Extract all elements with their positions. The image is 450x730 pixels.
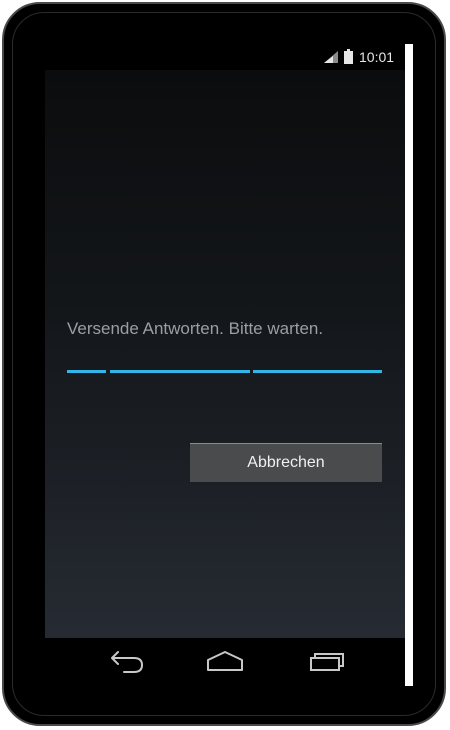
cancel-button[interactable]: Abbrechen: [190, 443, 382, 482]
home-icon[interactable]: [203, 648, 247, 676]
progress-dialog-message: Versende Antworten. Bitte warten.: [67, 319, 324, 338]
progress-segment: [67, 370, 106, 373]
back-icon[interactable]: [104, 648, 148, 676]
progress-segment: [253, 370, 382, 373]
battery-icon: [344, 49, 353, 64]
progress-segment: [110, 370, 250, 373]
signal-icon: [324, 51, 338, 63]
recent-apps-icon[interactable]: [305, 648, 349, 676]
screen: 10:01 Versende Antworten. Bitte warten. …: [45, 44, 405, 686]
status-bar: 10:01: [45, 44, 405, 70]
navigation-bar: [45, 638, 405, 686]
status-clock: 10:01: [359, 49, 395, 65]
indeterminate-progress-bar: [67, 370, 382, 373]
side-edge-bar: [405, 44, 413, 686]
